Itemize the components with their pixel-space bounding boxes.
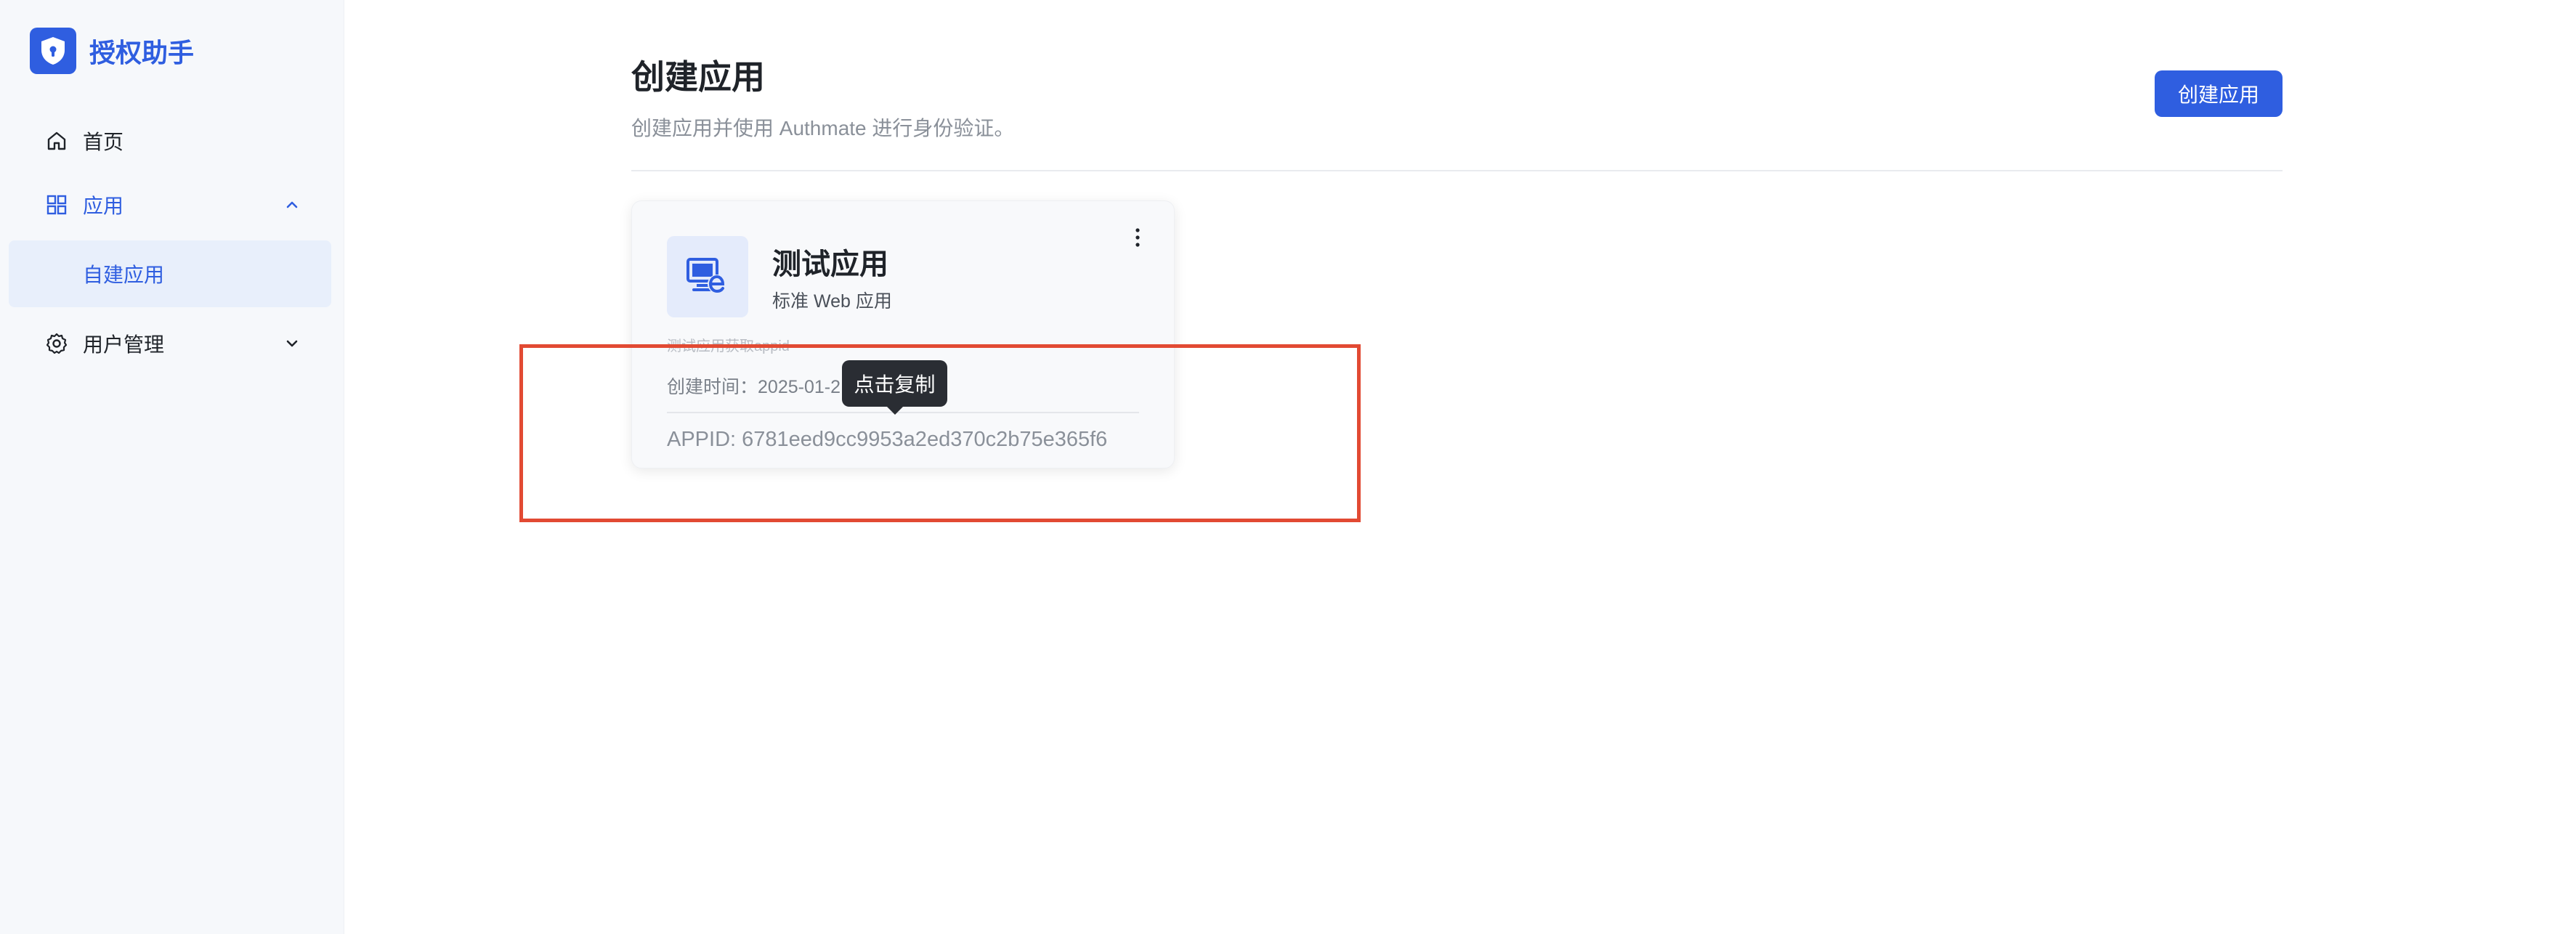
- sidebar-item-label: 首页: [83, 131, 124, 153]
- more-vertical-icon[interactable]: [1127, 223, 1148, 252]
- grid-icon: [46, 195, 67, 215]
- chevron-down-icon[interactable]: [282, 333, 302, 354]
- brand-name: 授权助手: [89, 38, 195, 68]
- highlight-box: [519, 344, 1361, 522]
- shield-logo-icon: [30, 28, 76, 74]
- chevron-up-icon[interactable]: [282, 195, 302, 215]
- gear-icon: [46, 333, 68, 354]
- sidebar-item-home[interactable]: 首页: [0, 113, 344, 168]
- sidebar-item-apps[interactable]: 应用: [0, 177, 344, 232]
- sidebar: 授权助手 首页 应用 自建应用 用户管理: [0, 0, 344, 934]
- app-name: 测试应用: [772, 248, 888, 280]
- create-app-button[interactable]: 创建应用: [2155, 70, 2283, 117]
- sidebar-item-label: 用户管理: [83, 333, 165, 356]
- sidebar-item-label: 应用: [83, 195, 124, 217]
- header-divider: [631, 170, 2283, 171]
- page-subtitle: 创建应用并使用 Authmate 进行身份验证。: [631, 117, 1015, 139]
- page-title: 创建应用: [631, 58, 765, 96]
- home-icon: [47, 131, 66, 150]
- sidebar-item-user-management[interactable]: 用户管理: [0, 316, 344, 371]
- brand[interactable]: 授权助手: [30, 28, 194, 74]
- app-type: 标准 Web 应用: [772, 291, 892, 312]
- sidebar-subitem-label: 自建应用: [83, 264, 165, 286]
- sidebar-subitem-custom-apps[interactable]: 自建应用: [9, 240, 331, 307]
- web-app-icon: [667, 236, 748, 317]
